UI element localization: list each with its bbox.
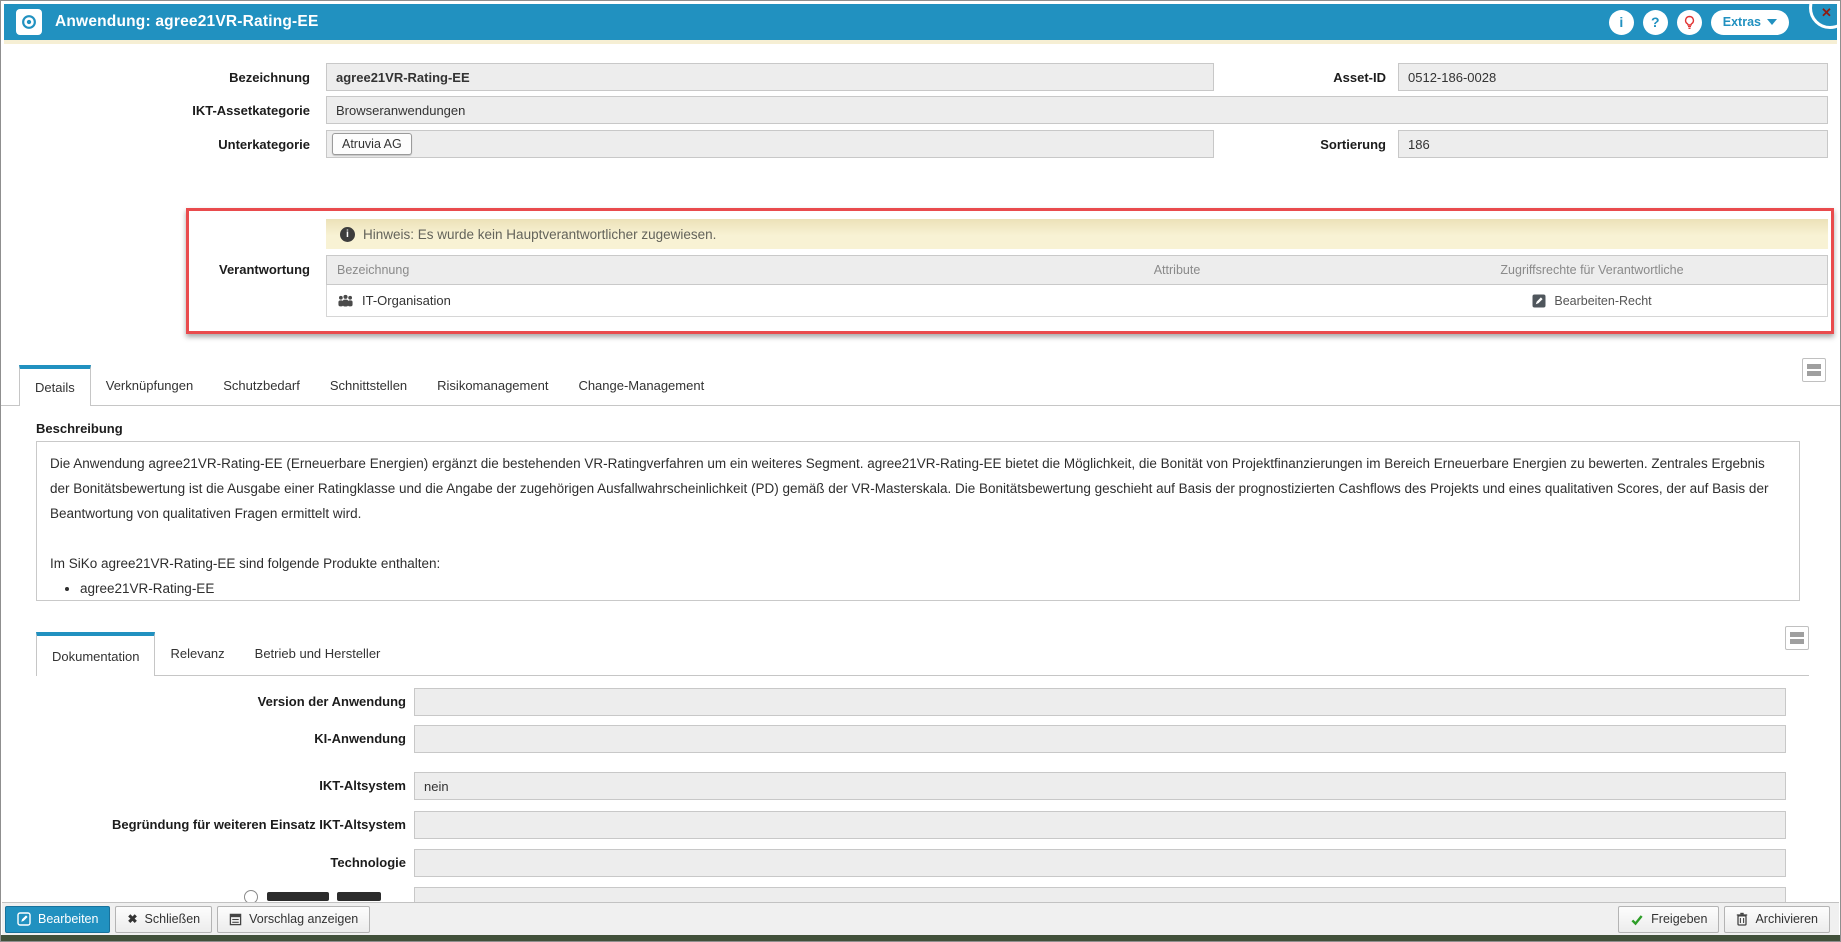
lightbulb-icon xyxy=(1682,15,1697,30)
list-document-icon xyxy=(229,913,242,926)
schliessen-button[interactable]: ✖ Schließen xyxy=(115,906,212,933)
ikt-assetkategorie-field[interactable]: Browseranwendungen xyxy=(326,96,1828,124)
ikt-altsystem-label: IKT-Altsystem xyxy=(26,778,406,793)
footer-toolbar: Bearbeiten ✖ Schließen Vorschlag anzeige… xyxy=(2,902,1839,935)
bezeichnung-value: agree21VR-Rating-EE xyxy=(336,70,470,85)
ikt-assetkategorie-value: Browseranwendungen xyxy=(336,103,465,118)
trash-icon xyxy=(1736,912,1748,926)
tab-verknuepfungen[interactable]: Verknüpfungen xyxy=(91,365,208,405)
header-accent-strip xyxy=(4,40,1837,44)
hinweis-info-icon: i xyxy=(340,227,355,242)
table-row[interactable]: IT-Organisation Bearbeiten-Recht xyxy=(326,285,1828,317)
bearbeiten-button[interactable]: Bearbeiten xyxy=(5,906,110,933)
sub-tabbar: Dokumentation Relevanz Betrieb und Herst… xyxy=(36,632,1809,676)
version-der-anwendung-field[interactable] xyxy=(414,688,1786,716)
unterkategorie-chip[interactable]: Atruvia AG xyxy=(332,133,412,155)
bezeichnung-field[interactable]: agree21VR-Rating-EE xyxy=(326,63,1214,91)
technologie-field[interactable] xyxy=(414,849,1786,877)
produkte-list: agree21VR-Rating-EE xyxy=(80,576,1786,601)
unterkategorie-label: Unterkategorie xyxy=(50,137,310,152)
vorschlag-anzeigen-button[interactable]: Vorschlag anzeigen xyxy=(217,906,370,933)
attribute-cell xyxy=(997,285,1357,316)
beschreibung-paragraph: Die Anwendung agree21VR-Rating-EE (Erneu… xyxy=(50,451,1786,526)
beschreibung-label: Beschreibung xyxy=(36,421,123,436)
close-x-icon: ✖ xyxy=(127,912,137,926)
title-bar: Anwendung: agree21VR-Rating-EE i ? Extra… xyxy=(4,4,1837,40)
ki-anwendung-label: KI-Anwendung xyxy=(26,731,406,746)
version-der-anwendung-label: Version der Anwendung xyxy=(26,694,406,709)
info-icon: i xyxy=(1619,14,1623,30)
titlebar-actions: i ? Extras xyxy=(1609,10,1825,35)
verantwortung-label: Verantwortung xyxy=(50,262,310,277)
tab-dokumentation[interactable]: Dokumentation xyxy=(36,632,155,676)
asset-id-field[interactable]: 0512-186-0028 xyxy=(1398,63,1828,91)
tab-schnittstellen[interactable]: Schnittstellen xyxy=(315,365,422,405)
check-icon xyxy=(1630,913,1644,926)
page-title: Anwendung: agree21VR-Rating-EE xyxy=(55,13,319,31)
hinweis-text: Hinweis: Es wurde kein Hauptverantwortli… xyxy=(363,227,716,242)
panel-options-button[interactable] xyxy=(1802,358,1826,382)
list-item: agree21VR-Rating-EE xyxy=(80,576,1786,601)
edit-right-label[interactable]: Bearbeiten-Recht xyxy=(1554,294,1651,308)
help-icon: ? xyxy=(1651,14,1660,30)
ikt-assetkategorie-label: IKT-Assetkategorie xyxy=(50,103,310,118)
sortierung-value: 186 xyxy=(1408,137,1430,152)
help-button[interactable]: ? xyxy=(1643,10,1668,35)
begruendung-ikt-altsystem-label: Begründung für weiteren Einsatz IKT-Alts… xyxy=(26,817,406,832)
tab-risikomanagement[interactable]: Risikomanagement xyxy=(422,365,563,405)
asset-id-label: Asset-ID xyxy=(1126,70,1386,85)
clipped-label-text xyxy=(337,892,381,901)
main-tabbar: Details Verknüpfungen Schutzbedarf Schni… xyxy=(1,365,1840,406)
organization-group-icon xyxy=(337,294,354,307)
verantwortung-table: Bezeichnung Attribute Zugriffsrechte für… xyxy=(326,255,1828,317)
begruendung-ikt-altsystem-field[interactable] xyxy=(414,811,1786,839)
archivieren-button[interactable]: Archivieren xyxy=(1724,906,1830,933)
ikt-altsystem-field[interactable]: nein xyxy=(414,772,1786,800)
clipped-label-text xyxy=(267,892,329,901)
asset-id-value: 0512-186-0028 xyxy=(1408,70,1496,85)
extras-label: Extras xyxy=(1723,15,1761,29)
close-icon: ✕ xyxy=(1821,5,1832,21)
responsible-name: IT-Organisation xyxy=(362,293,451,308)
panel-options-button-2[interactable] xyxy=(1785,626,1809,650)
column-zugriffsrechte: Zugriffsrechte für Verantwortliche xyxy=(1357,256,1827,284)
hinweis-banner: i Hinweis: Es wurde kein Hauptverantwort… xyxy=(326,219,1828,249)
tab-betrieb-und-hersteller[interactable]: Betrieb und Hersteller xyxy=(240,632,396,675)
tab-relevanz[interactable]: Relevanz xyxy=(155,632,239,675)
panel-options-icon xyxy=(1790,632,1804,637)
edit-right-icon xyxy=(1532,294,1546,308)
sortierung-field[interactable]: 186 xyxy=(1398,130,1828,158)
tab-change-management[interactable]: Change-Management xyxy=(563,365,719,405)
ki-anwendung-field[interactable] xyxy=(414,725,1786,753)
technologie-label: Technologie xyxy=(26,855,406,870)
chevron-down-icon xyxy=(1767,19,1777,25)
produkte-intro: Im SiKo agree21VR-Rating-EE sind folgend… xyxy=(50,551,1786,576)
tab-details[interactable]: Details xyxy=(19,365,91,406)
pencil-square-icon xyxy=(17,912,31,926)
column-attribute: Attribute xyxy=(997,256,1357,284)
verantwortung-table-header: Bezeichnung Attribute Zugriffsrechte für… xyxy=(326,255,1828,285)
freigeben-button[interactable]: Freigeben xyxy=(1618,906,1719,933)
hint-toggle-button[interactable] xyxy=(1677,10,1702,35)
info-button[interactable]: i xyxy=(1609,10,1634,35)
extras-dropdown[interactable]: Extras xyxy=(1711,10,1789,35)
window-bottom-strip xyxy=(1,935,1840,941)
beschreibung-textarea[interactable]: Die Anwendung agree21VR-Rating-EE (Erneu… xyxy=(36,441,1800,601)
tab-schutzbedarf[interactable]: Schutzbedarf xyxy=(208,365,315,405)
target-app-icon xyxy=(16,9,42,35)
sortierung-label: Sortierung xyxy=(1126,137,1386,152)
bezeichnung-label: Bezeichnung xyxy=(50,70,310,85)
application-window: Anwendung: agree21VR-Rating-EE i ? Extra… xyxy=(0,0,1841,942)
panel-options-icon xyxy=(1807,364,1821,369)
column-bezeichnung: Bezeichnung xyxy=(327,256,997,284)
unterkategorie-field[interactable]: Atruvia AG xyxy=(326,130,1214,158)
